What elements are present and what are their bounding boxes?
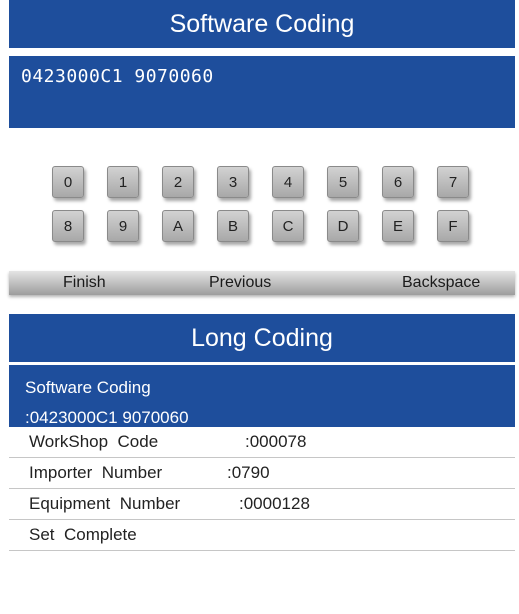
previous-button[interactable]: Previous <box>209 274 271 292</box>
key-e[interactable]: E <box>382 210 414 242</box>
key-5[interactable]: 5 <box>327 166 359 198</box>
key-4[interactable]: 4 <box>272 166 304 198</box>
key-a[interactable]: A <box>162 210 194 242</box>
hex-keypad: 0 1 2 3 4 5 6 7 8 9 A B C D E F <box>52 166 482 246</box>
software-coding-item-label: Software Coding <box>25 378 151 397</box>
equipment-number-row[interactable]: Equipment Number :0000128 <box>9 489 515 520</box>
key-c[interactable]: C <box>272 210 304 242</box>
key-0[interactable]: 0 <box>52 166 84 198</box>
set-complete-label: Set Complete <box>29 525 137 544</box>
importer-number-value: :0790 <box>227 463 270 482</box>
importer-number-label: Importer Number <box>29 463 163 482</box>
long-coding-panel: Long Coding Software Coding :0423000C1 9… <box>9 314 515 614</box>
importer-number-row[interactable]: Importer Number :0790 <box>9 458 515 489</box>
set-complete-row[interactable]: Set Complete <box>9 520 515 551</box>
workshop-code-value: :000078 <box>245 432 307 451</box>
action-bar: Finish Previous Backspace <box>9 271 515 295</box>
backspace-button[interactable]: Backspace <box>402 274 480 292</box>
software-coding-title: Software Coding <box>9 0 515 48</box>
workshop-code-label: WorkShop Code <box>29 432 159 451</box>
key-2[interactable]: 2 <box>162 166 194 198</box>
equipment-number-value: :0000128 <box>239 494 310 513</box>
finish-button[interactable]: Finish <box>63 274 106 292</box>
equipment-number-label: Equipment Number <box>29 494 181 513</box>
software-coding-item[interactable]: Software Coding :0423000C1 9070060 <box>9 365 515 427</box>
key-6[interactable]: 6 <box>382 166 414 198</box>
workshop-code-row[interactable]: WorkShop Code :000078 <box>9 427 515 458</box>
key-3[interactable]: 3 <box>217 166 249 198</box>
key-7[interactable]: 7 <box>437 166 469 198</box>
key-d[interactable]: D <box>327 210 359 242</box>
key-1[interactable]: 1 <box>107 166 139 198</box>
key-b[interactable]: B <box>217 210 249 242</box>
long-coding-title: Long Coding <box>9 314 515 362</box>
key-8[interactable]: 8 <box>52 210 84 242</box>
key-9[interactable]: 9 <box>107 210 139 242</box>
key-f[interactable]: F <box>437 210 469 242</box>
coding-value-display[interactable]: 0423000C1 9070060 <box>9 56 515 128</box>
